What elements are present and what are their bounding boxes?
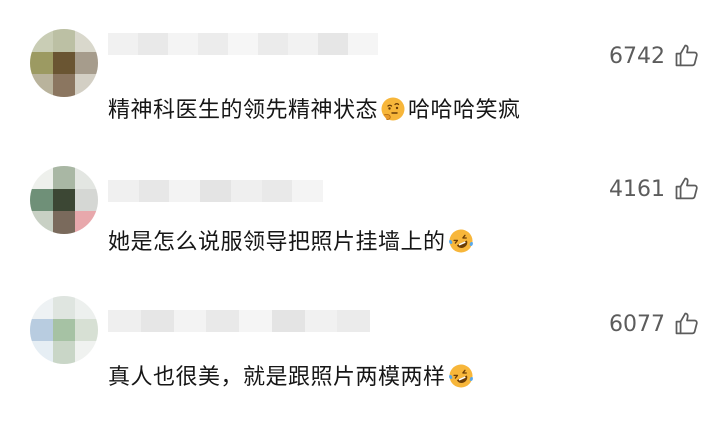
avatar[interactable] [30,29,98,97]
comment-text: 精神科医生的领先精神状态 哈哈哈笑疯 [108,97,521,123]
avatar[interactable] [30,166,98,234]
username-blurred[interactable] [108,180,323,202]
comment-text: 真人也很美，就是跟照片两模两样 [108,359,476,391]
comment-text: 她是怎么说服领导把照片挂墙上的 [108,224,476,256]
avatar[interactable] [30,296,98,364]
comment-item: 6077 真人也很美，就是跟照片两模两样 [0,280,721,426]
thumbs-up-icon[interactable] [673,42,701,70]
thumbs-up-icon[interactable] [673,310,701,338]
thinking-face-emoji [381,97,405,121]
username-blurred[interactable] [108,33,378,55]
comment-list: 6742 精神科医生的领先精神状态 哈哈哈笑疯 4161 她是怎么说服领导把照片… [0,0,721,426]
like-control[interactable]: 6077 [609,310,701,338]
comment-item: 4161 她是怎么说服领导把照片挂墙上的 [0,140,721,280]
like-count: 4161 [609,176,665,202]
like-count: 6077 [609,311,665,337]
like-control[interactable]: 4161 [609,175,701,203]
thumbs-up-icon[interactable] [673,175,701,203]
like-count: 6742 [609,43,665,69]
comment-item: 6742 精神科医生的领先精神状态 哈哈哈笑疯 [0,0,721,140]
rolling-on-the-floor-laughing-emoji [448,364,473,388]
rolling-on-the-floor-laughing-emoji [448,229,473,253]
username-blurred[interactable] [108,310,370,332]
like-control[interactable]: 6742 [609,42,701,70]
